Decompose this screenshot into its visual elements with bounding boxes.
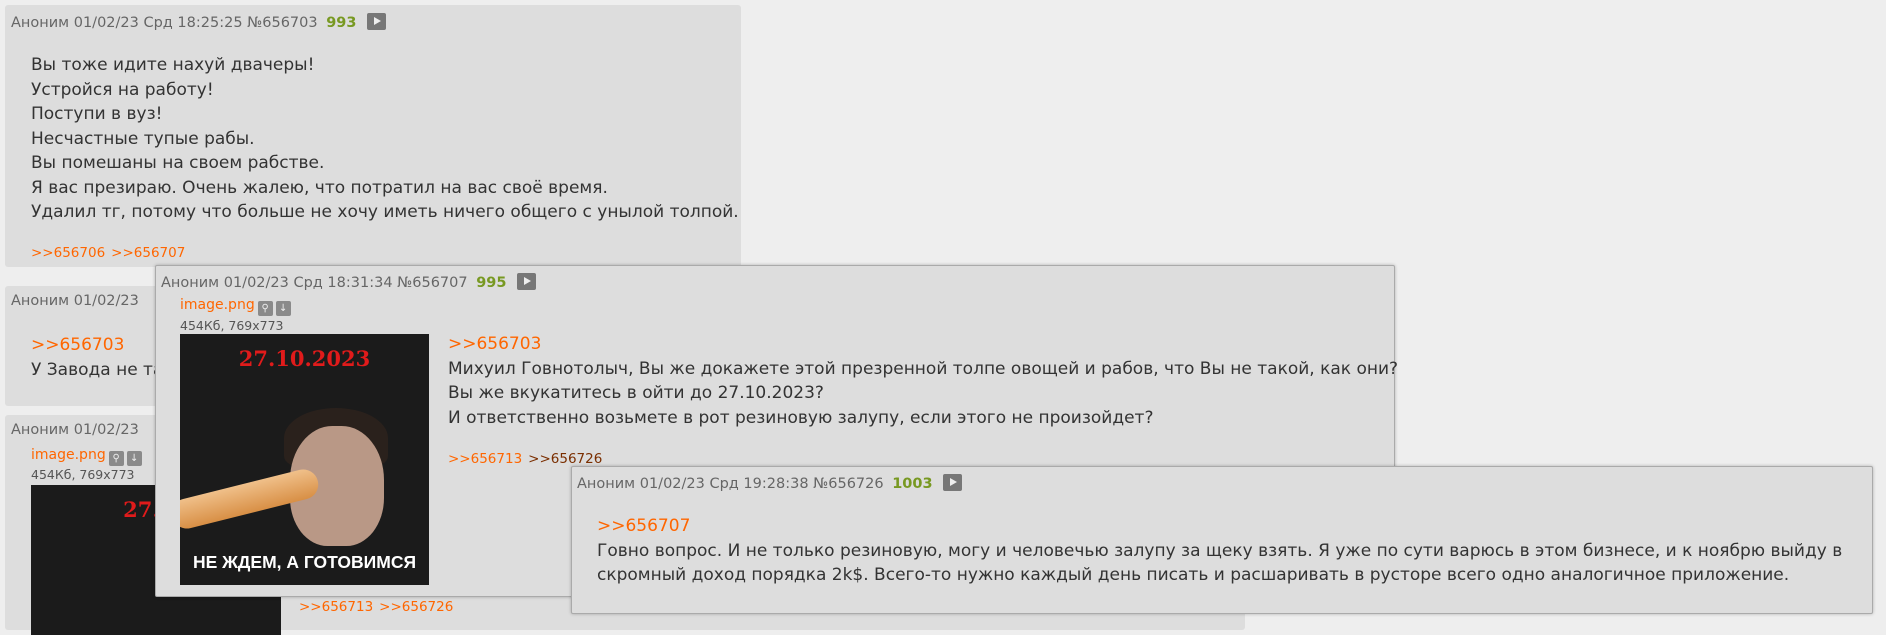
post-date: 01/02/23 Срд 18:25:25 <box>73 15 243 31</box>
message-line: Несчастные тупые рабы. <box>31 128 255 149</box>
image-caption-bottom: НЕ ЖДЕМ, А ГОТОВИМСЯ <box>192 552 417 572</box>
message-line: Поступи в вуз! <box>31 104 163 124</box>
download-icon[interactable]: ↓ <box>275 301 291 316</box>
message-line: Говно вопрос. И не только резиновую, мог… <box>597 540 1843 561</box>
message-line: Вы помешаны на своем рабстве. <box>31 153 325 173</box>
post-date: 01/02/23 <box>73 422 139 438</box>
post-header: Аноним 01/02/23 <box>11 422 139 438</box>
post-author: Аноним <box>11 293 70 309</box>
message-line: И ответственно возьмете в рот резиновую … <box>448 407 1154 428</box>
file-meta: 454Кб, 769x773 <box>180 318 284 333</box>
message-line: скромный доход порядка 2k$. Всего-то нуж… <box>597 565 1790 585</box>
post-header: Аноним 01/02/23 Срд 18:25:25 №656703 993 <box>11 13 387 31</box>
file-info: image.png ⚲ ↓ <box>31 447 142 466</box>
post-656703: Аноним 01/02/23 Срд 18:25:25 №656703 993… <box>5 5 741 267</box>
expand-arrow-icon[interactable] <box>367 13 387 30</box>
post-id-link[interactable]: №656726 <box>813 476 883 492</box>
post-date: 01/02/23 <box>73 293 139 309</box>
post-replies: >>656706 >>656707 <box>31 245 191 261</box>
post-author: Аноним <box>161 275 220 291</box>
reply-link[interactable]: >>656713 <box>299 599 373 615</box>
post-replies: >>656713 >>656726 <box>448 451 608 467</box>
reply-link[interactable]: >>656713 <box>448 451 522 467</box>
post-header: Аноним 01/02/23 Срд 18:31:34 №656707 995 <box>161 273 537 291</box>
post-replies: >>656713 >>656726 <box>299 599 459 615</box>
popup-post-656726: Аноним 01/02/23 Срд 19:28:38 №656726 100… <box>571 466 1873 614</box>
reply-link[interactable]: >>656707 <box>111 245 185 261</box>
post-date: 01/02/23 Срд 19:28:38 <box>639 476 809 492</box>
post-message: >>656703 Михуил Говнотолыч, Вы же докаже… <box>448 332 1398 430</box>
post-author: Аноним <box>11 422 70 438</box>
post-partial: Аноним 01/02/23 >>656703 У Завода не та <box>5 286 165 406</box>
image-caption-top: 27.10.2023 <box>238 346 371 371</box>
message-line: Михуил Говнотолыч, Вы же докажете этой п… <box>448 358 1399 379</box>
post-count: 995 <box>476 275 507 291</box>
search-icon[interactable]: ⚲ <box>108 451 124 466</box>
message-line: Устройся на работу! <box>31 79 214 100</box>
message-line: Вы тоже идите нахуй двачеры! <box>31 55 315 75</box>
post-id-link[interactable]: №656703 <box>247 15 317 31</box>
file-name-link[interactable]: image.png <box>31 447 106 463</box>
image-thumbnail[interactable]: 27.10.2023 НЕ ЖДЕМ, А ГОТОВИМСЯ <box>180 334 429 585</box>
post-header: Аноним 01/02/23 <box>11 293 139 309</box>
reply-link[interactable]: >>656726 <box>528 451 602 467</box>
reply-link[interactable]: >>656706 <box>31 245 105 261</box>
post-message: >>656707 Говно вопрос. И не только резин… <box>597 514 1842 588</box>
post-count: 1003 <box>892 476 933 492</box>
expand-arrow-icon[interactable] <box>517 273 537 290</box>
post-count: 993 <box>326 15 357 31</box>
post-message: Вы тоже идите нахуй двачеры! Устройся на… <box>31 53 739 225</box>
post-message: >>656703 У Завода не та <box>31 333 163 382</box>
search-icon[interactable]: ⚲ <box>257 301 273 316</box>
post-author: Аноним <box>577 476 636 492</box>
quote-link[interactable]: >>656703 <box>448 332 1398 357</box>
quote-link[interactable]: >>656707 <box>597 514 1842 539</box>
post-id-link[interactable]: №656707 <box>397 275 467 291</box>
quote-link[interactable]: >>656703 <box>31 333 163 358</box>
file-info: image.png ⚲ ↓ <box>180 297 291 316</box>
post-header: Аноним 01/02/23 Срд 19:28:38 №656726 100… <box>577 474 963 492</box>
message-line: Я вас презираю. Очень жалею, что потрати… <box>31 177 608 198</box>
file-name-link[interactable]: image.png <box>180 297 255 313</box>
message-line: Удалил тг, потому что больше не хочу име… <box>31 202 739 222</box>
reply-link[interactable]: >>656726 <box>379 599 453 615</box>
post-date: 01/02/23 Срд 18:31:34 <box>223 275 393 291</box>
download-icon[interactable]: ↓ <box>126 451 142 466</box>
message-line: У Завода не та <box>31 359 164 380</box>
expand-arrow-icon[interactable] <box>943 474 963 491</box>
file-meta: 454Кб, 769x773 <box>31 467 135 482</box>
post-author: Аноним <box>11 15 70 31</box>
message-line: Вы же вкукатитесь в ойти до 27.10.2023? <box>448 383 824 403</box>
